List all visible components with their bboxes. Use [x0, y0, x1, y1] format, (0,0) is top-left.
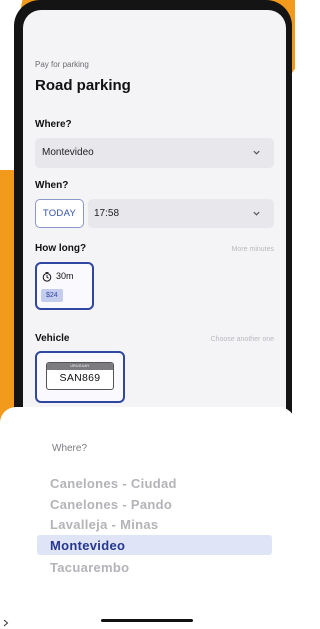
- picker-title: Where?: [52, 443, 88, 454]
- more-minutes-link[interactable]: More minutes: [232, 246, 274, 253]
- license-plate: URUGUAY SAN869: [46, 362, 114, 390]
- picker-option-canelones-ciudad[interactable]: Canelones - Ciudad: [50, 476, 177, 491]
- chevron-down-icon: [253, 150, 260, 155]
- picker-option-lavalleja-minas[interactable]: Lavalleja - Minas: [50, 517, 158, 532]
- choose-another-vehicle-link[interactable]: Choose another one: [211, 336, 274, 343]
- app-stage: Pay for parking Road parking Where? Mont…: [0, 0, 295, 629]
- price-badge: $24: [41, 289, 63, 302]
- vehicle-card[interactable]: URUGUAY SAN869: [35, 351, 125, 403]
- page-title: Road parking: [35, 77, 131, 94]
- where-select[interactable]: Montevideo: [35, 138, 274, 168]
- plate-number: SAN869: [59, 372, 101, 384]
- home-indicator[interactable]: [101, 619, 193, 622]
- picker-option-montevideo[interactable]: Montevideo: [50, 538, 125, 553]
- plate-country: URUGUAY: [47, 363, 113, 370]
- when-label: When?: [35, 180, 69, 191]
- chevron-down-icon: [253, 211, 260, 216]
- where-label: Where?: [35, 119, 72, 130]
- picker-option-canelones-pando[interactable]: Canelones - Pando: [50, 497, 172, 512]
- cursor-icon: [3, 619, 9, 627]
- clock-icon: [42, 272, 52, 282]
- duration-option-card[interactable]: 30m $24: [35, 262, 94, 310]
- page-subtitle: Pay for parking: [35, 60, 89, 69]
- duration-value: 30m: [56, 271, 74, 281]
- where-select-value: Montevideo: [42, 147, 94, 158]
- today-button[interactable]: TODAY: [35, 199, 84, 228]
- time-select[interactable]: 17:58: [88, 199, 274, 228]
- picker-option-tacuarembo[interactable]: Tacuarembo: [50, 560, 129, 575]
- time-select-value: 17:58: [94, 208, 120, 219]
